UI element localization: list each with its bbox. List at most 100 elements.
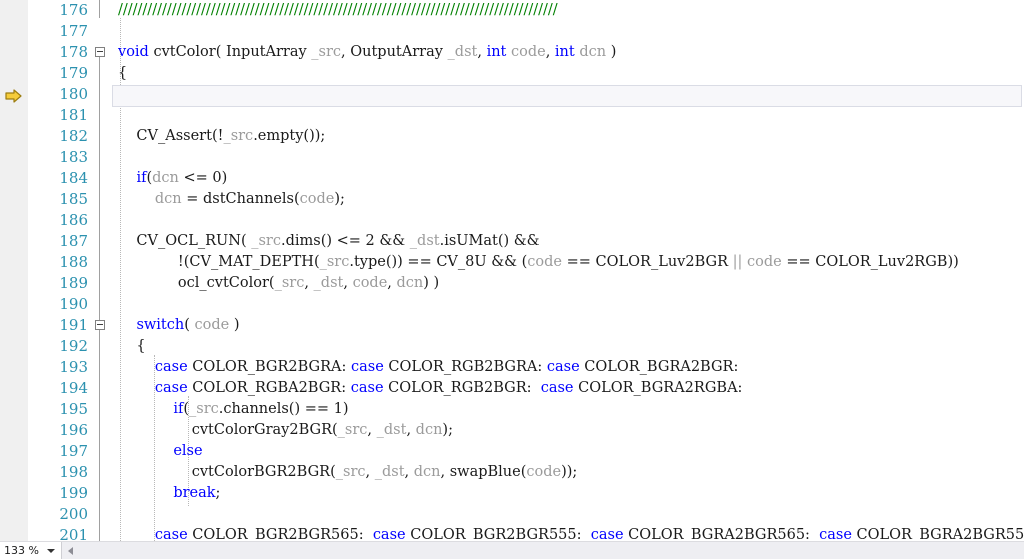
- code-token-pln: cvtColorGray2BGR(: [118, 422, 338, 438]
- code-token-pln: [118, 359, 155, 375]
- code-line[interactable]: else: [118, 441, 203, 462]
- line-number: 196: [59, 421, 88, 439]
- line-number: 193: [59, 358, 88, 376]
- code-token-pln: );: [334, 191, 345, 207]
- code-token-par: _dst: [376, 422, 407, 438]
- code-token-pln: <= 0): [178, 170, 228, 186]
- code-token-pln: ,: [387, 275, 397, 291]
- code-token-pln: cvtColor( InputArray: [148, 44, 312, 60]
- code-line[interactable]: case COLOR_BGR2BGR565: case COLOR_BGR2BG…: [118, 525, 1024, 541]
- code-text-surface[interactable]: ////////////////////////////////////////…: [118, 0, 1024, 541]
- code-token-pln: ): [606, 44, 617, 60]
- code-token-kw: case: [540, 380, 574, 396]
- line-number: 186: [59, 211, 88, 229]
- zoom-level-combobox[interactable]: 133 %: [0, 542, 62, 559]
- code-token-kw: switch: [136, 317, 185, 333]
- line-number: 176: [59, 1, 88, 19]
- code-token-pln: COLOR_BGRA2BGR555:: [851, 527, 1024, 541]
- code-token-pln: ,: [404, 464, 414, 480]
- code-line[interactable]: {: [118, 336, 145, 357]
- code-editor-area[interactable]: 176 177 178 179 180 181 182 183 184 185 186 187 188 1…: [0, 0, 1024, 541]
- code-token-par: _dst: [409, 233, 440, 249]
- code-token-kw: case: [154, 527, 188, 541]
- code-token-pln: .dims() <= 2 &&: [280, 233, 410, 249]
- code-token-pln: .channels() == 1): [218, 401, 349, 417]
- code-token-kw: case: [154, 359, 188, 375]
- code-token-pln: COLOR_RGBA2BGR:: [187, 380, 351, 396]
- code-token-pln: [118, 191, 155, 207]
- code-token-pln: COLOR_RGB2BGRA:: [383, 359, 547, 375]
- code-token-pln: COLOR_BGR2BGR565:: [187, 527, 373, 541]
- outlining-fold-margin[interactable]: [94, 0, 118, 541]
- code-token-par: _src: [251, 233, 281, 249]
- code-token-par: _src: [319, 254, 350, 270]
- code-token-par: _dst: [374, 464, 405, 480]
- code-token-pln: .isUMat() &&: [439, 233, 540, 249]
- line-number: 197: [59, 442, 88, 460]
- chevron-down-icon[interactable]: [47, 549, 55, 553]
- breakpoint-gutter[interactable]: [0, 0, 29, 541]
- line-number: 188: [59, 253, 88, 271]
- code-token-par: code: [194, 317, 230, 333]
- code-token-pln: [118, 485, 173, 501]
- code-token-pln: ,: [343, 275, 353, 291]
- line-number: 184: [59, 169, 88, 187]
- code-token-pln: == COLOR_Luv2RGB)): [781, 254, 959, 270]
- code-token-par: _src: [189, 401, 219, 417]
- line-number: 182: [59, 127, 88, 145]
- code-line[interactable]: void cvtColor( InputArray _src, OutputAr…: [118, 42, 616, 63]
- line-number: 178: [59, 43, 88, 61]
- code-token-kw: case: [372, 527, 406, 541]
- fold-toggle-box[interactable]: [95, 320, 105, 330]
- code-line[interactable]: cvtColorBGR2BGR(_src, _dst, dcn, swapBlu…: [118, 462, 578, 483]
- code-token-pln: [118, 380, 155, 396]
- code-line[interactable]: ////////////////////////////////////////…: [118, 0, 558, 21]
- code-token-pln: ;: [215, 485, 221, 501]
- code-token-pln: == COLOR_Luv2BGR: [562, 254, 733, 270]
- code-token-par: _src: [335, 464, 366, 480]
- code-token-pln: = dstChannels(: [181, 191, 300, 207]
- code-token-par: dcn: [154, 191, 182, 207]
- fold-toggle-box[interactable]: [95, 47, 105, 57]
- code-token-pln: COLOR_BGR2BGRA:: [187, 359, 351, 375]
- code-token-pln: ,: [365, 464, 375, 480]
- code-token-pln: ) ): [423, 275, 440, 291]
- line-number: 201: [59, 526, 88, 541]
- code-token-kw: case: [350, 380, 384, 396]
- code-token-kw: if: [173, 401, 184, 417]
- code-line[interactable]: CV_OCL_RUN( _src.dims() <= 2 && _dst.isU…: [118, 231, 540, 252]
- code-token-pln: {: [118, 65, 128, 81]
- code-token-pln: .empty());: [253, 128, 326, 144]
- code-token-kw: else: [173, 443, 203, 459]
- horizontal-scrollbar[interactable]: [79, 542, 1024, 559]
- code-token-par: dcn: [413, 464, 441, 480]
- code-token-pln: COLOR_BGRA2BGR565:: [623, 527, 820, 541]
- code-line[interactable]: CV_Assert(!_src.empty());: [118, 126, 325, 147]
- code-line[interactable]: cvtColorGray2BGR(_src, _dst, dcn);: [118, 420, 453, 441]
- code-line[interactable]: {: [118, 63, 127, 84]
- code-token-pln: );: [442, 422, 453, 438]
- code-token-par: _src: [337, 422, 368, 438]
- code-line[interactable]: dcn = dstChannels(code);: [118, 189, 345, 210]
- code-token-pln: !(CV_MAT_DEPTH(: [118, 254, 320, 270]
- code-token-pln: ,: [367, 422, 377, 438]
- code-line[interactable]: !(CV_MAT_DEPTH(_src.type()) == CV_8U && …: [118, 252, 959, 273]
- code-token-pln: [118, 401, 173, 417]
- code-token-pln: COLOR_BGRA2BGR:: [579, 359, 739, 375]
- code-token-par: dcn: [396, 275, 424, 291]
- code-token-par: _src: [274, 275, 305, 291]
- code-line[interactable]: if(dcn <= 0): [118, 168, 227, 189]
- triangle-left-icon[interactable]: [63, 542, 79, 559]
- line-number: 177: [59, 22, 88, 40]
- code-line[interactable]: break;: [118, 483, 220, 504]
- code-line[interactable]: case COLOR_RGBA2BGR: case COLOR_RGB2BGR:…: [118, 378, 743, 399]
- code-line[interactable]: case COLOR_BGR2BGRA: case COLOR_RGB2BGRA…: [118, 357, 739, 378]
- code-token-pln: CV_OCL_RUN(: [118, 233, 252, 249]
- line-number: 189: [59, 274, 88, 292]
- code-line[interactable]: ocl_cvtColor(_src, _dst, code, dcn) ): [118, 273, 439, 294]
- code-token-kw: int: [554, 44, 575, 60]
- line-number: 200: [59, 505, 88, 523]
- code-line[interactable]: if(_src.channels() == 1): [118, 399, 349, 420]
- code-line[interactable]: switch( code ): [118, 315, 239, 336]
- line-number: 181: [59, 106, 88, 124]
